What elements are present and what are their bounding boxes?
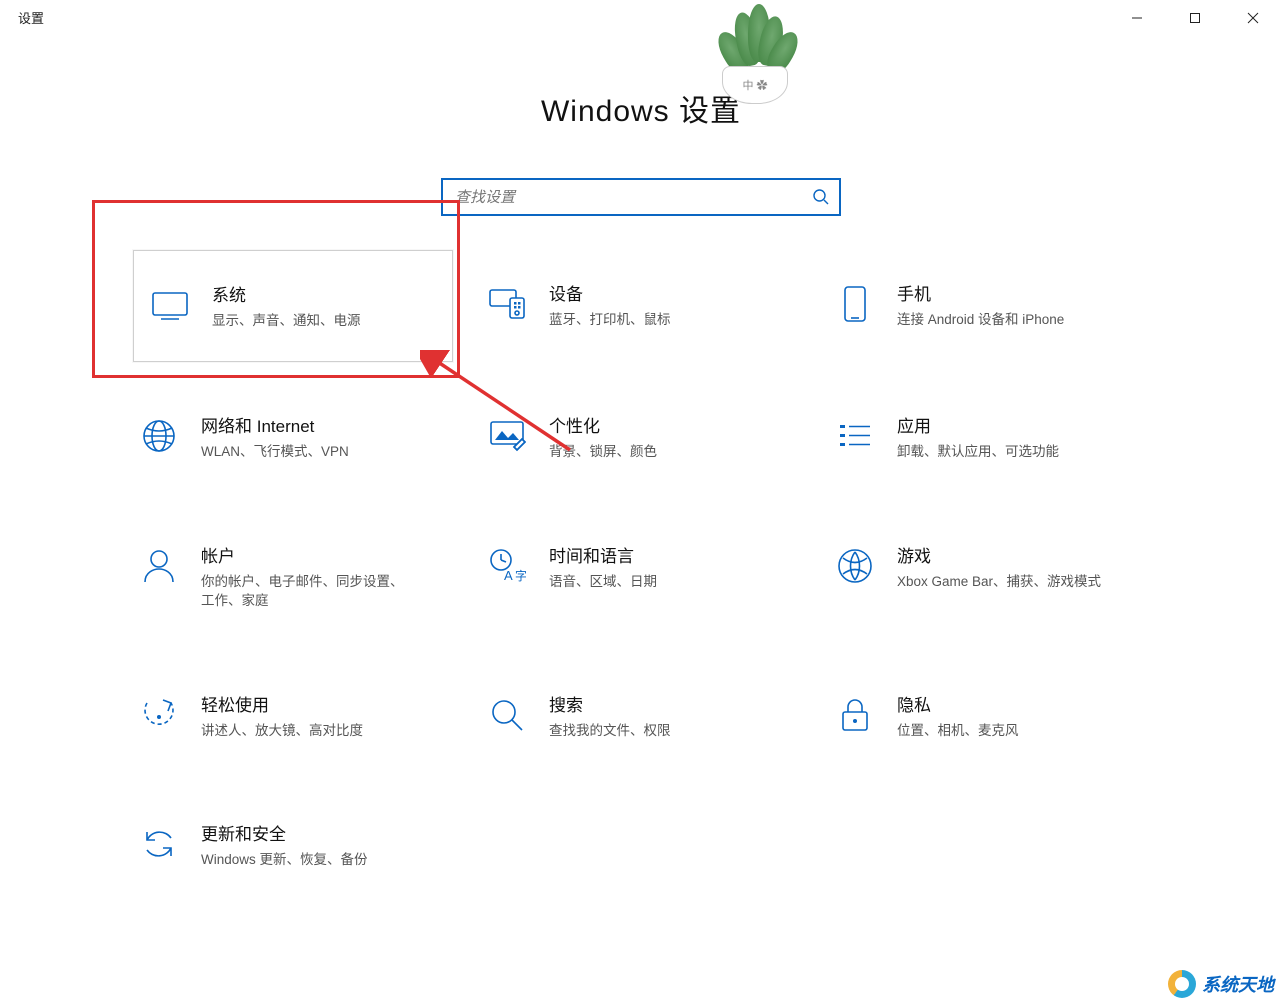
privacy-icon	[835, 695, 875, 735]
maximize-button[interactable]	[1166, 0, 1224, 35]
watermark: 系统天地	[1160, 966, 1282, 1002]
tile-title: 帐户	[201, 542, 411, 567]
tile-desc: 你的帐户、电子邮件、同步设置、工作、家庭	[201, 573, 411, 611]
settings-grid: 系统 显示、声音、通知、电源 设备 蓝牙、打印机、鼠标 手机 连接 Androi…	[131, 276, 1151, 874]
search-button[interactable]	[809, 185, 833, 209]
tile-title: 更新和安全	[201, 820, 368, 845]
tile-apps[interactable]: 应用 卸载、默认应用、可选功能	[829, 408, 1149, 466]
tile-gaming[interactable]: 游戏 Xbox Game Bar、捕获、游戏模式	[829, 538, 1149, 615]
personalization-icon	[487, 416, 527, 456]
gaming-icon	[835, 546, 875, 586]
tile-desc: 位置、相机、麦克风	[897, 722, 1019, 741]
plant-pot-label: 中 ✿	[722, 66, 788, 104]
svg-text:A: A	[504, 568, 513, 583]
accounts-icon	[139, 546, 179, 586]
tile-desc: 讲述人、放大镜、高对比度	[201, 722, 363, 741]
tile-desc: 查找我的文件、权限	[549, 722, 671, 741]
plant-decoration: 中 ✿	[700, 0, 810, 110]
devices-icon	[487, 284, 527, 324]
window-title: 设置	[18, 8, 44, 27]
tile-update-security[interactable]: 更新和安全 Windows 更新、恢复、备份	[133, 816, 453, 874]
tile-desc: 背景、锁屏、颜色	[549, 443, 657, 462]
tile-title: 轻松使用	[201, 691, 363, 716]
tile-desc: Windows 更新、恢复、备份	[201, 851, 368, 870]
tile-personalization[interactable]: 个性化 背景、锁屏、颜色	[481, 408, 801, 466]
phone-icon	[835, 284, 875, 324]
maximize-icon	[1189, 12, 1201, 24]
watermark-text: 系统天地	[1202, 971, 1274, 997]
tile-accounts[interactable]: 帐户 你的帐户、电子邮件、同步设置、工作、家庭	[133, 538, 453, 615]
ease-of-access-icon	[139, 695, 179, 735]
tile-ease-of-access[interactable]: 轻松使用 讲述人、放大镜、高对比度	[133, 687, 453, 745]
search-container	[441, 178, 841, 216]
close-icon	[1247, 12, 1259, 24]
page-title: Windows 设置	[0, 86, 1282, 130]
tile-desc: WLAN、飞行模式、VPN	[201, 443, 349, 462]
tile-network[interactable]: 网络和 Internet WLAN、飞行模式、VPN	[133, 408, 453, 466]
minimize-button[interactable]	[1108, 0, 1166, 35]
close-button[interactable]	[1224, 0, 1282, 35]
tile-desc: 卸载、默认应用、可选功能	[897, 443, 1059, 462]
search-input[interactable]	[441, 178, 841, 216]
watermark-icon	[1168, 970, 1196, 998]
tile-title: 个性化	[549, 412, 657, 437]
network-icon	[139, 416, 179, 456]
tile-title: 网络和 Internet	[201, 412, 349, 437]
time-language-icon: A字	[487, 546, 527, 586]
tile-search[interactable]: 搜索 查找我的文件、权限	[481, 687, 801, 745]
update-security-icon	[139, 824, 179, 864]
tile-desc: 连接 Android 设备和 iPhone	[897, 311, 1064, 330]
tile-title: 游戏	[897, 542, 1101, 567]
system-icon	[150, 285, 190, 325]
window-controls	[1108, 0, 1282, 35]
tile-title: 系统	[212, 281, 361, 306]
tile-title: 时间和语言	[549, 542, 657, 567]
tile-title: 隐私	[897, 691, 1019, 716]
minimize-icon	[1131, 12, 1143, 24]
tile-title: 设备	[549, 280, 671, 305]
tile-system[interactable]: 系统 显示、声音、通知、电源	[133, 250, 453, 362]
tile-desc: 显示、声音、通知、电源	[212, 312, 361, 331]
tile-devices[interactable]: 设备 蓝牙、打印机、鼠标	[481, 276, 801, 336]
svg-text:字: 字	[515, 568, 526, 583]
titlebar: 设置	[0, 0, 1282, 36]
tile-phone[interactable]: 手机 连接 Android 设备和 iPhone	[829, 276, 1149, 336]
tile-time-language[interactable]: A字 时间和语言 语音、区域、日期	[481, 538, 801, 615]
search-icon	[812, 188, 830, 206]
tile-title: 搜索	[549, 691, 671, 716]
tile-desc: Xbox Game Bar、捕获、游戏模式	[897, 573, 1101, 592]
search-tile-icon	[487, 695, 527, 735]
tile-title: 手机	[897, 280, 1064, 305]
tile-privacy[interactable]: 隐私 位置、相机、麦克风	[829, 687, 1149, 745]
tile-title: 应用	[897, 412, 1059, 437]
tile-desc: 蓝牙、打印机、鼠标	[549, 311, 671, 330]
tile-desc: 语音、区域、日期	[549, 573, 657, 592]
apps-icon	[835, 416, 875, 456]
